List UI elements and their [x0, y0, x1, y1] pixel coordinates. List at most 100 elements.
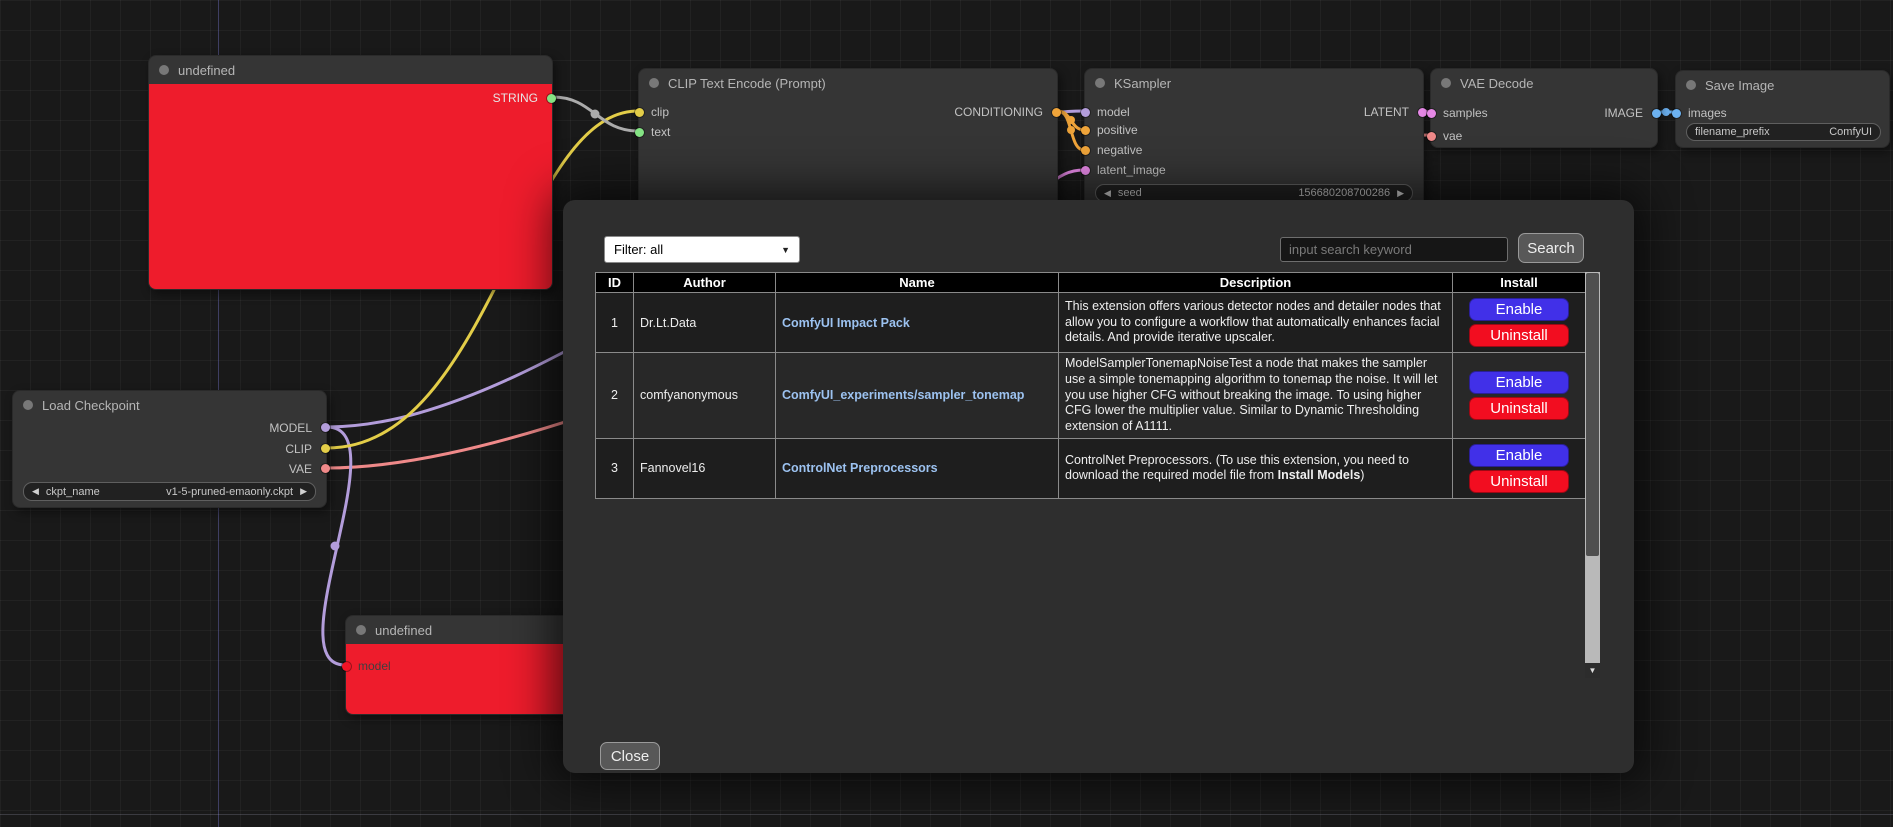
latent-output-label: LATENT	[1364, 104, 1409, 120]
search-button[interactable]: Search	[1518, 233, 1584, 263]
negative-input-label: negative	[1097, 142, 1142, 158]
node-title: VAE Decode	[1460, 76, 1533, 91]
wire-midpoint-dot	[1067, 116, 1075, 124]
widget-next-icon[interactable]: ▶	[300, 486, 307, 497]
node-title-bar[interactable]: CLIP Text Encode (Prompt)	[639, 69, 1057, 97]
node-collapse-dot-icon[interactable]	[649, 78, 659, 88]
samples-input-socket[interactable]	[1427, 109, 1436, 118]
node-graph-canvas[interactable]: undefined STRING CLIP Text Encode (Promp…	[0, 0, 1893, 827]
latent-output-socket[interactable]	[1418, 108, 1427, 117]
extension-name-link[interactable]: ComfyUI Impact Pack	[776, 293, 1059, 353]
node-undefined-top[interactable]: undefined STRING	[148, 55, 553, 290]
node-collapse-dot-icon[interactable]	[1441, 78, 1451, 88]
node-title-bar[interactable]: Save Image	[1676, 71, 1889, 99]
extension-name-link[interactable]: ControlNet Preprocessors	[776, 438, 1059, 498]
conditioning-output-label: CONDITIONING	[954, 104, 1043, 120]
string-output-label: STRING	[493, 90, 538, 106]
table-row: 3 Fannovel16 ControlNet Preprocessors Co…	[596, 438, 1586, 498]
enable-button[interactable]: Enable	[1469, 371, 1569, 394]
table-row: 1 Dr.Lt.Data ComfyUI Impact Pack This ex…	[596, 293, 1586, 353]
text-input-socket[interactable]	[635, 128, 644, 137]
scrollbar-thumb[interactable]	[1586, 273, 1599, 556]
extension-name-link[interactable]: ComfyUI_experiments/sampler_tonemap	[776, 353, 1059, 439]
node-title: CLIP Text Encode (Prompt)	[668, 76, 826, 91]
widget-prev-icon[interactable]: ◀	[32, 486, 39, 497]
wire-midpoint-dot	[591, 110, 600, 119]
string-output-socket[interactable]	[547, 94, 556, 103]
filename-prefix-value: ComfyUI	[1829, 126, 1872, 138]
dropdown-arrow-icon: ▼	[781, 245, 790, 255]
search-input[interactable]	[1280, 237, 1508, 262]
table-scrollbar[interactable]: ▼	[1585, 272, 1600, 678]
extension-author: Dr.Lt.Data	[634, 293, 776, 353]
column-header-id: ID	[596, 273, 634, 293]
enable-button[interactable]: Enable	[1469, 444, 1569, 467]
node-title-bar[interactable]: undefined	[149, 56, 552, 84]
extensions-table: ID Author Name Description Install 1 Dr.…	[595, 272, 1586, 499]
widget-decrement-icon[interactable]: ◀	[1104, 188, 1111, 199]
uninstall-button[interactable]: Uninstall	[1469, 324, 1569, 347]
node-collapse-dot-icon[interactable]	[23, 400, 33, 410]
node-title: undefined	[375, 623, 432, 638]
node-collapse-dot-icon[interactable]	[159, 65, 169, 75]
custom-node-manager-dialog: Filter: all ▼ Search ID Author Name Desc…	[563, 200, 1634, 773]
model-output-socket[interactable]	[321, 423, 330, 432]
vae-input-label: vae	[1443, 128, 1462, 144]
table-header-row: ID Author Name Description Install	[596, 273, 1586, 293]
vae-output-socket[interactable]	[321, 464, 330, 473]
clip-output-socket[interactable]	[321, 444, 330, 453]
text-input-label: text	[651, 124, 670, 140]
latent-image-input-label: latent_image	[1097, 162, 1166, 178]
model-input-socket[interactable]	[342, 662, 351, 671]
node-title: undefined	[178, 63, 235, 78]
extension-description: This extension offers various detector n…	[1059, 293, 1453, 353]
filter-select-value: Filter: all	[614, 242, 663, 257]
node-load-checkpoint[interactable]: Load Checkpoint MODEL CLIP VAE ◀ ckpt_na…	[12, 390, 327, 508]
seed-widget-label: seed	[1118, 187, 1142, 199]
widget-increment-icon[interactable]: ▶	[1397, 188, 1404, 199]
node-error-body	[149, 84, 552, 289]
clip-input-label: clip	[651, 104, 669, 120]
node-vae-decode[interactable]: VAE Decode samples vae IMAGE	[1430, 68, 1658, 148]
wire-midpoint-dot	[1067, 126, 1075, 134]
images-input-socket[interactable]	[1672, 109, 1681, 118]
negative-input-socket[interactable]	[1081, 146, 1090, 155]
conditioning-output-socket[interactable]	[1052, 108, 1061, 117]
filter-select[interactable]: Filter: all ▼	[604, 236, 800, 263]
clip-output-label: CLIP	[285, 441, 312, 457]
node-title-bar[interactable]: Load Checkpoint	[13, 391, 326, 419]
model-input-label: model	[358, 658, 391, 674]
vae-input-socket[interactable]	[1427, 132, 1436, 141]
seed-widget-value: 156680208700286	[1298, 187, 1390, 199]
node-title: Save Image	[1705, 78, 1774, 93]
clip-input-socket[interactable]	[635, 108, 644, 117]
column-header-install: Install	[1453, 273, 1586, 293]
images-input-label: images	[1688, 105, 1727, 121]
ckpt-name-widget[interactable]: ◀ ckpt_name v1-5-pruned-emaonly.ckpt ▶	[23, 482, 316, 501]
wire-midpoint-dot	[1662, 108, 1670, 116]
node-collapse-dot-icon[interactable]	[1686, 80, 1696, 90]
filename-prefix-widget[interactable]: filename_prefix ComfyUI	[1686, 123, 1881, 141]
scrollbar-down-arrow-icon[interactable]: ▼	[1585, 663, 1600, 678]
ckpt-name-label: ckpt_name	[46, 486, 100, 498]
positive-input-label: positive	[1097, 122, 1138, 138]
close-button[interactable]: Close	[600, 742, 660, 770]
node-save-image[interactable]: Save Image images filename_prefix ComfyU…	[1675, 70, 1890, 148]
filename-prefix-label: filename_prefix	[1695, 126, 1770, 138]
extensions-table-container: ID Author Name Description Install 1 Dr.…	[595, 272, 1600, 678]
image-output-socket[interactable]	[1652, 109, 1661, 118]
column-header-author: Author	[634, 273, 776, 293]
uninstall-button[interactable]: Uninstall	[1469, 470, 1569, 493]
latent-image-input-socket[interactable]	[1081, 166, 1090, 175]
node-title-bar[interactable]: VAE Decode	[1431, 69, 1657, 97]
enable-button[interactable]: Enable	[1469, 298, 1569, 321]
node-collapse-dot-icon[interactable]	[356, 625, 366, 635]
node-collapse-dot-icon[interactable]	[1095, 78, 1105, 88]
vae-output-label: VAE	[289, 461, 312, 477]
model-input-socket[interactable]	[1081, 108, 1090, 117]
uninstall-button[interactable]: Uninstall	[1469, 397, 1569, 420]
node-title-bar[interactable]: KSampler	[1085, 69, 1423, 97]
positive-input-socket[interactable]	[1081, 126, 1090, 135]
extension-author: Fannovel16	[634, 438, 776, 498]
column-header-description: Description	[1059, 273, 1453, 293]
